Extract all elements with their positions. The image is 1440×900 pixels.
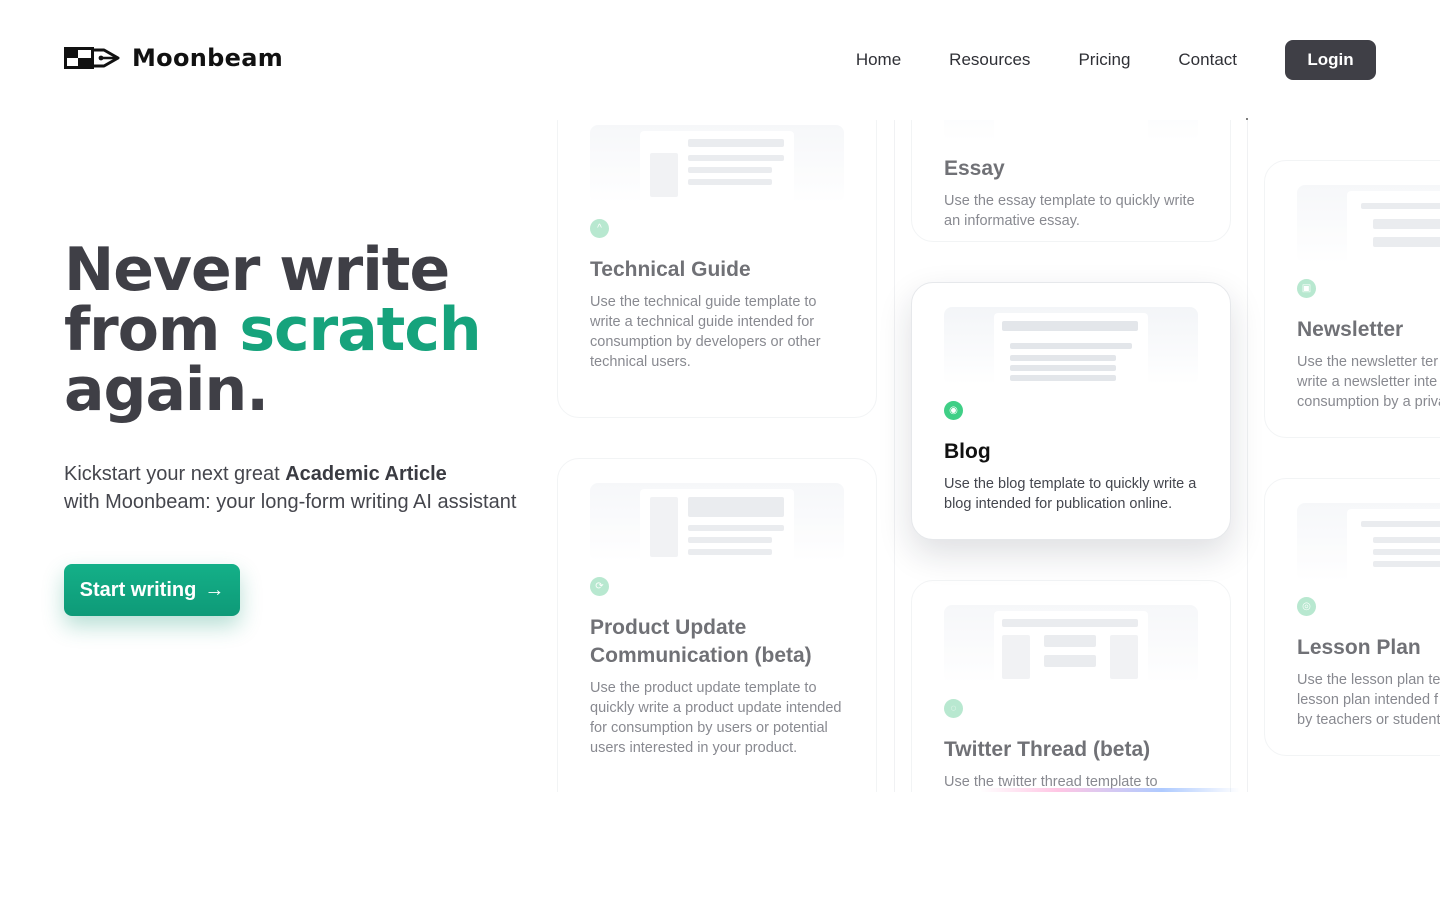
template-preview (590, 483, 844, 561)
decorative-glow (980, 788, 1240, 792)
template-title: Newsletter (1297, 318, 1404, 341)
template-preview (1297, 503, 1440, 581)
nav-contact[interactable]: Contact (1178, 40, 1237, 80)
template-preview (1297, 185, 1440, 263)
template-card-blog[interactable]: ◉ Blog Use the blog template to quickly … (911, 282, 1231, 540)
nav-home[interactable]: Home (856, 40, 901, 80)
login-button[interactable]: Login (1285, 40, 1376, 80)
template-preview (944, 307, 1198, 385)
site-header: Moonbeam Home Resources Pricing Contact … (0, 0, 1440, 120)
main-nav: Home Resources Pricing Contact Login (856, 40, 1376, 80)
template-description: Use the lesson plan te lesson plan inten… (1297, 672, 1440, 728)
hero-subtitle-prefix: Kickstart your next great (64, 463, 286, 485)
column-divider (894, 120, 895, 792)
template-title: Technical Guide (590, 258, 751, 281)
template-preview (944, 120, 1198, 141)
hero-title-line3: again. (64, 355, 269, 425)
lesson-icon: ◎ (1297, 597, 1316, 616)
hero-title-accent: scratch (239, 295, 481, 365)
nav-pricing[interactable]: Pricing (1078, 40, 1130, 80)
template-card-twitter-thread[interactable]: ◌ Twitter Thread (beta) Use the twitter … (911, 580, 1231, 792)
template-card-technical-guide[interactable]: ^ Technical Guide Use the technical guid… (557, 120, 877, 418)
nav-resources[interactable]: Resources (949, 40, 1030, 80)
column-divider (1247, 120, 1248, 792)
template-title: Blog (944, 440, 991, 463)
hero-subtitle: Kickstart your next great Academic Artic… (64, 460, 564, 516)
start-writing-label: Start writing (79, 578, 197, 601)
template-title: Essay (944, 157, 1005, 180)
hero-subtitle-document-type: Academic Article (285, 463, 447, 485)
rss-icon: ◉ (944, 401, 963, 420)
template-title: Product Update Communication (beta) (590, 616, 812, 667)
template-showcase: ^ Technical Guide Use the technical guid… (540, 120, 1440, 792)
template-description: Use the blog template to quickly write a… (944, 476, 1197, 512)
arrow-right-icon: → (204, 578, 225, 601)
brand-logo[interactable]: Moonbeam (64, 44, 283, 72)
template-preview (590, 125, 844, 203)
newsletter-icon: ▣ (1297, 279, 1316, 298)
template-title: Lesson Plan (1297, 636, 1421, 659)
template-description: Use the technical guide template to writ… (590, 294, 821, 370)
brand-name: Moonbeam (132, 44, 284, 72)
hero-title: Never write from scratch again. (64, 240, 482, 420)
chevron-up-icon: ^ (590, 219, 609, 238)
template-card-lesson-plan[interactable]: ◎ Lesson Plan Use the lesson plan te les… (1264, 478, 1440, 756)
template-card-essay[interactable]: Essay Use the essay template to quickly … (911, 120, 1231, 242)
moonbeam-logo-icon (64, 47, 120, 69)
chat-icon: ◌ (944, 699, 963, 718)
refresh-icon: ⟳ (590, 577, 609, 596)
template-description: Use the newsletter ter write a newslette… (1297, 354, 1440, 410)
start-writing-button[interactable]: Start writing → (64, 564, 240, 616)
template-description: Use the essay template to quickly write … (944, 193, 1195, 229)
template-card-newsletter[interactable]: ▣ Newsletter Use the newsletter ter writ… (1264, 160, 1440, 438)
template-title: Twitter Thread (beta) (944, 738, 1151, 761)
template-description: Use the product update template to quick… (590, 680, 842, 756)
hero-subtitle-line2: with Moonbeam: your long-form writing AI… (64, 491, 517, 513)
template-preview (944, 605, 1198, 683)
template-card-product-update[interactable]: ⟳ Product Update Communication (beta) Us… (557, 458, 877, 792)
